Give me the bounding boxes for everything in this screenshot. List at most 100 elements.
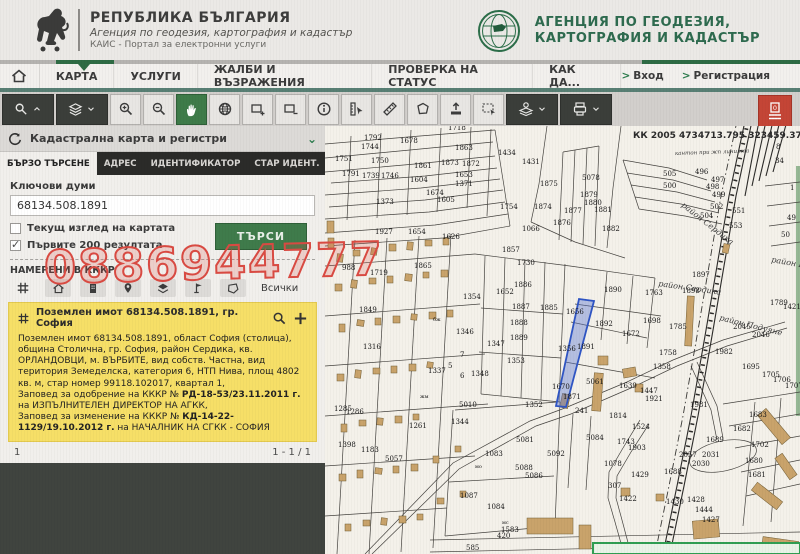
parcel-label: 1739 xyxy=(362,172,380,180)
zones-filter-icon[interactable] xyxy=(220,279,246,297)
zoom-in-button[interactable] xyxy=(110,94,141,125)
register-label: Регистрация xyxy=(694,70,770,82)
selection-rectangle-icon xyxy=(481,101,497,117)
parcel-label: 1707 xyxy=(785,382,800,390)
parcel-label: 1744 xyxy=(361,143,379,151)
parcel-label: 1422 xyxy=(619,495,637,503)
parcel-label: 1670 xyxy=(552,383,570,391)
pan-button[interactable] xyxy=(176,94,207,125)
parcel-label: 1871 xyxy=(563,393,581,401)
search-button[interactable]: ТЪРСИ xyxy=(215,223,307,250)
address-filter-icon[interactable] xyxy=(115,279,141,297)
page-header: РЕПУБЛИКА БЪЛГАРИЯ Агенция по геодезия, … xyxy=(0,0,800,60)
nav-tab-zhalbi[interactable]: ЖАЛБИ И ВЪЗРАЖЕНИЯ xyxy=(198,64,372,88)
identify-coordinates-button[interactable] xyxy=(341,94,372,125)
parcel-label: 7 xyxy=(460,351,464,359)
parcel-label: 1981 xyxy=(690,401,708,409)
visible-layers-button[interactable] xyxy=(506,94,558,125)
current-page[interactable]: 1 xyxy=(14,447,20,458)
info-button[interactable] xyxy=(308,94,339,125)
nav-tab-kakda[interactable]: КАК ДА... xyxy=(533,64,621,88)
parcel-label: 5057 xyxy=(385,455,403,463)
zoom-window-in-button[interactable] xyxy=(242,94,273,125)
panel-collapse-chevron-icon[interactable]: ⌄ xyxy=(307,132,317,146)
parcel-label: 1849 xyxy=(359,306,377,314)
buildings-filter-icon[interactable] xyxy=(45,279,71,297)
parcel-label: 2030 xyxy=(692,460,710,468)
login-chevron-icon: > xyxy=(621,70,630,82)
map-toolbar: 0 xyxy=(0,88,800,126)
ruler-icon xyxy=(382,101,398,117)
units-filter-icon[interactable] xyxy=(80,279,106,297)
layers-filter-icon[interactable] xyxy=(150,279,176,297)
tab-quick-search[interactable]: БЪРЗО ТЪРСЕНЕ xyxy=(0,152,97,175)
search-tool-button[interactable] xyxy=(2,94,54,125)
parcel-label: 50 xyxy=(781,231,790,239)
print-button[interactable] xyxy=(560,94,612,125)
pagination: 1 1 - 1 / 1 xyxy=(10,442,315,463)
parcel-label: 8 xyxy=(776,143,780,151)
login-link[interactable]: >Вход xyxy=(621,70,663,82)
header-green-accent xyxy=(642,60,800,64)
tab-address[interactable]: АДРЕС xyxy=(97,152,144,175)
parcel-label: 1688 xyxy=(664,468,682,476)
home-button[interactable] xyxy=(0,64,40,88)
parcel-label: 1792 xyxy=(364,134,382,142)
parcel-label: 1652 xyxy=(496,288,514,296)
parcel-label: 1892 xyxy=(595,320,613,328)
geodetic-point-filter-icon[interactable] xyxy=(185,279,211,297)
parcel-label: 2031 xyxy=(702,451,720,459)
cadastral-map[interactable]: 1718167817921744175117501863186118731872… xyxy=(325,126,800,554)
parcel-label: 1656 xyxy=(566,308,584,316)
parcel-label: 1678 xyxy=(400,137,418,145)
parcel-label: 1354 xyxy=(463,293,481,301)
parcel-label: 1982 xyxy=(715,348,733,356)
page-range: 1 - 1 / 1 xyxy=(272,447,311,458)
main-navigation: КАРТА УСЛУГИ ЖАЛБИ И ВЪЗРАЖЕНИЯ ПРОВЕРКА… xyxy=(0,60,800,88)
map-green-areas xyxy=(796,166,800,416)
panel-empty-space xyxy=(0,463,325,554)
nav-tab-uslugi[interactable]: УСЛУГИ xyxy=(114,64,197,88)
parcels-filter-icon[interactable] xyxy=(10,279,36,297)
parcel-label: 1758 xyxy=(659,349,677,357)
parcel-label: 1754 xyxy=(500,203,518,211)
zoom-out-button[interactable] xyxy=(143,94,174,125)
upload-icon xyxy=(448,101,464,117)
first-200-label: Първите 200 резултата xyxy=(27,240,162,251)
parcel-label: 5092 xyxy=(547,450,565,458)
tab-old-ident[interactable]: СТАР ИДЕНТ. xyxy=(247,152,326,175)
register-link[interactable]: >Регистрация xyxy=(682,70,770,82)
parcel-label: 1875 xyxy=(540,180,558,188)
full-extent-button[interactable] xyxy=(209,94,240,125)
layers-tool-button[interactable] xyxy=(56,94,108,125)
tab-identifier[interactable]: ИДЕНТИФИКАТОР xyxy=(144,152,248,175)
zoom-to-result-button[interactable] xyxy=(272,311,287,326)
parcel-label: 1682 xyxy=(733,425,751,433)
measure-distance-button[interactable] xyxy=(374,94,405,125)
first-200-checkbox[interactable] xyxy=(10,240,21,251)
parcel-label: 1353 xyxy=(507,357,525,365)
select-region-button[interactable] xyxy=(473,94,504,125)
all-filter-label[interactable]: Всички xyxy=(261,283,298,294)
parcel-label: 1358 xyxy=(653,363,671,371)
measure-area-button[interactable] xyxy=(407,94,438,125)
notifications-button[interactable]: 0 xyxy=(758,95,792,129)
add-result-button[interactable] xyxy=(293,311,308,326)
result-card[interactable]: Поземлен имот 68134.508.1891, гр. София … xyxy=(8,302,317,442)
export-button[interactable] xyxy=(440,94,471,125)
polygon-icon xyxy=(415,101,431,117)
parcel-label: 1861 xyxy=(414,162,432,170)
parcel-label: 1434 xyxy=(498,149,516,157)
current-view-checkbox[interactable] xyxy=(10,223,21,234)
keywords-input[interactable] xyxy=(10,195,315,216)
nav-tab-proverka[interactable]: ПРОВЕРКА НА СТАТУС xyxy=(372,64,533,88)
parcel-label: 1865 xyxy=(414,262,432,270)
bulgaria-coat-of-arms-icon xyxy=(28,5,72,55)
parcel-label: 1751 xyxy=(335,155,353,163)
parcel-label: 1428 xyxy=(687,496,705,504)
result-details: Поземлен имот 68134.508.1891, област Соф… xyxy=(9,331,316,441)
zoom-window-out-button[interactable] xyxy=(275,94,306,125)
parcel-label: 5086 xyxy=(525,472,543,480)
parcel-label: 1683 xyxy=(749,411,767,419)
parcel-label: 1421 xyxy=(783,303,800,311)
